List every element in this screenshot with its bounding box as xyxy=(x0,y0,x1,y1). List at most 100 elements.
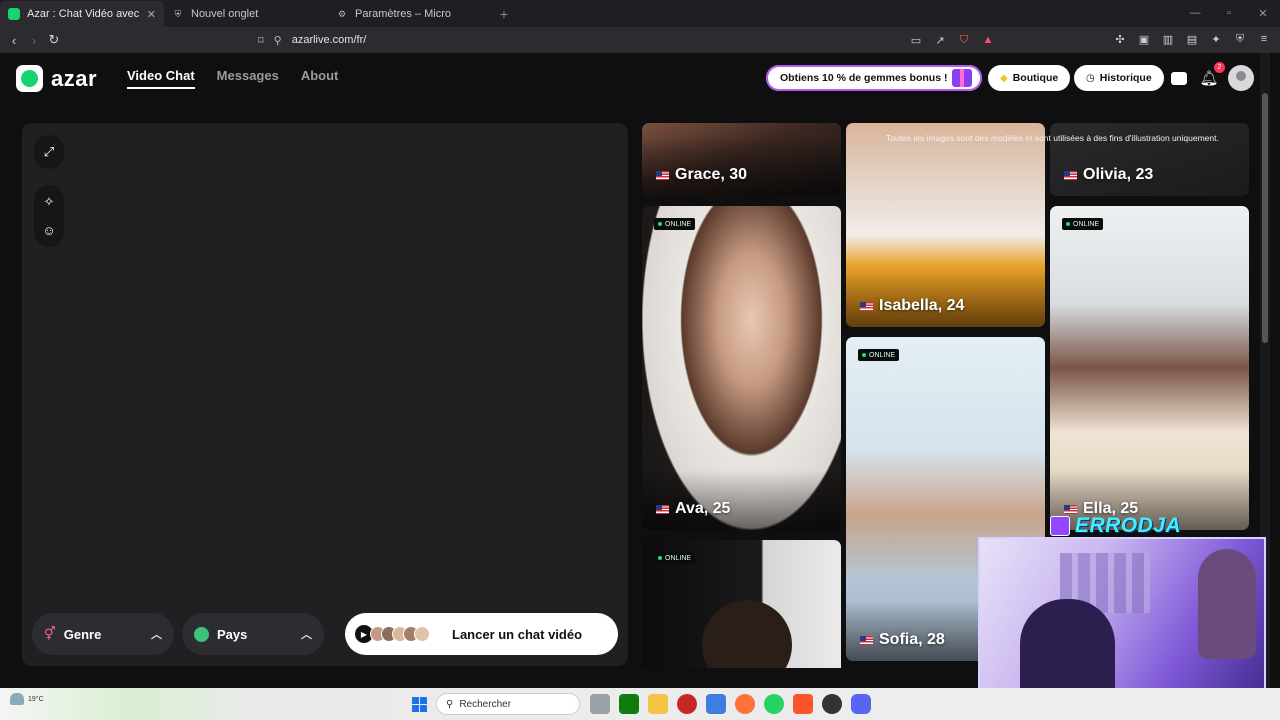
minimize-button[interactable]: — xyxy=(1178,0,1212,26)
us-flag-icon xyxy=(656,504,669,514)
brave-rewards-icon[interactable]: ▲ xyxy=(980,30,996,50)
online-badge: ONLINE xyxy=(654,218,696,230)
profile-card[interactable]: ONLINE Ella, 25 xyxy=(1050,206,1249,530)
history-button[interactable]: ◷ Historique xyxy=(1074,65,1164,91)
discord-icon[interactable] xyxy=(851,694,871,714)
start-video-chat-button[interactable]: ▶ Lancer un chat vidéo xyxy=(345,613,618,655)
inbox-icon xyxy=(1171,71,1187,85)
azar-icon xyxy=(8,8,20,20)
twitch-icon xyxy=(1050,516,1070,536)
url-text: azarlive.com/fr/ xyxy=(291,34,367,46)
restore-button[interactable]: ▫ xyxy=(1212,0,1246,26)
app-icon[interactable] xyxy=(677,694,697,714)
back-button[interactable]: ‹ xyxy=(4,30,24,50)
nav-video-chat[interactable]: Video Chat xyxy=(127,68,195,89)
task-view-icon[interactable] xyxy=(590,694,610,714)
us-flag-icon xyxy=(860,301,873,311)
avatar-stack xyxy=(370,626,430,642)
start-video-chat-label: Lancer un chat vidéo xyxy=(452,626,583,642)
brave-shield-icon[interactable]: ⛉ xyxy=(956,30,972,50)
profile-avatar[interactable] xyxy=(1228,65,1254,91)
profile-card[interactable]: Grace, 30 xyxy=(642,123,841,196)
nav-messages[interactable]: Messages xyxy=(217,68,279,89)
country-filter[interactable]: Pays ︿ xyxy=(182,613,324,655)
new-tab-button[interactable]: + xyxy=(492,1,516,27)
close-icon[interactable]: ✕ xyxy=(147,8,156,21)
effects-toolbar: ✧ ☺ xyxy=(34,185,64,247)
gem-promo-button[interactable]: Obtiens 10 % de gemmes bonus ! xyxy=(766,65,982,91)
reload-button[interactable]: ↻ xyxy=(44,30,64,50)
start-button[interactable] xyxy=(412,697,427,712)
menu-icon[interactable]: ≡ xyxy=(1256,30,1272,48)
streamer-name: ERRODJA xyxy=(1075,514,1182,537)
profile-card[interactable]: Isabella, 24 xyxy=(846,123,1045,327)
store-icon[interactable] xyxy=(706,694,726,714)
globe-icon xyxy=(194,626,209,642)
forward-button[interactable]: › xyxy=(24,30,44,50)
history-label: Historique xyxy=(1099,72,1152,84)
shield-icon: ⛨ xyxy=(174,8,182,19)
tab-settings[interactable]: ⚙ Paramètres – Micro xyxy=(328,1,492,27)
expand-icon[interactable]: ⤢ xyxy=(40,143,58,161)
whatsapp-icon[interactable] xyxy=(764,694,784,714)
address-bar: ‹ › ↻ ⌑ ⚲ azarlive.com/fr/ ▭ ↗ ⛉ ▲ ✣ ▣ ▥… xyxy=(0,27,1280,53)
profile-card[interactable]: ONLINE xyxy=(642,540,841,668)
online-badge: ONLINE xyxy=(858,349,900,361)
tab-new[interactable]: ⛨ Nouvel onglet xyxy=(164,1,328,27)
browser-tab-strip: Azar : Chat Vidéo avec de nouve ✕ ⛨ Nouv… xyxy=(0,0,1280,27)
file-explorer-icon[interactable] xyxy=(648,694,668,714)
share-icon[interactable]: ↗ xyxy=(932,30,948,50)
sidebar-icon[interactable]: ▥ xyxy=(1160,30,1176,48)
wallet-icon[interactable]: ▤ xyxy=(1184,30,1200,48)
shop-button[interactable]: ◆ Boutique xyxy=(988,65,1071,91)
us-flag-icon xyxy=(860,635,873,645)
country-label: Pays xyxy=(217,626,248,642)
close-window-button[interactable]: ✕ xyxy=(1246,0,1280,26)
leo-icon[interactable]: ✦ xyxy=(1208,30,1224,48)
azar-logo[interactable]: azar xyxy=(16,65,97,92)
taskbar-search[interactable]: ⚲ Rechercher xyxy=(436,693,580,715)
tab-title: Azar : Chat Vidéo avec de nouve xyxy=(27,8,140,20)
cast-icon[interactable]: ▭ xyxy=(908,30,924,50)
extensions: ✣ ▣ ▥ ▤ ✦ ⛨ ≡ xyxy=(1112,30,1272,48)
magic-wand-icon[interactable]: ✧ xyxy=(40,193,58,211)
window-controls: — ▫ ✕ xyxy=(1178,0,1280,26)
screen: Azar : Chat Vidéo avec de nouve ✕ ⛨ Nouv… xyxy=(0,0,1280,720)
expand-tool: ⤢ xyxy=(34,135,64,169)
notifications-button[interactable]: 🔔︎ 2 xyxy=(1196,62,1225,91)
taskbar-apps xyxy=(590,694,871,714)
brave-icon[interactable] xyxy=(793,694,813,714)
logo-text: azar xyxy=(51,65,98,91)
tab-search-icon[interactable]: ▣ xyxy=(1136,30,1152,48)
gender-label: Genre xyxy=(63,626,102,642)
weather-widget[interactable]: 19°C xyxy=(10,693,44,705)
gender-icon: ⚥ xyxy=(44,626,56,641)
inbox-button[interactable] xyxy=(1166,65,1192,91)
tab-title: Nouvel onglet xyxy=(191,8,259,20)
stream-tag: ERRODJA xyxy=(1050,514,1181,538)
main-nav: Video Chat Messages About xyxy=(127,68,338,89)
gem-icon: ◆ xyxy=(1000,72,1008,84)
url-field[interactable]: ⌑ ⚲ azarlive.com/fr/ xyxy=(258,30,1003,50)
profile-card[interactable]: ONLINE Ava, 25 xyxy=(642,206,841,530)
profile-name: Olivia, 23 xyxy=(1083,166,1154,183)
gender-filter[interactable]: ⚥ Genre ︿ xyxy=(32,613,174,655)
shop-label: Boutique xyxy=(1012,72,1059,84)
site-info-icon[interactable]: ⚲ xyxy=(274,34,282,47)
tab-azar[interactable]: Azar : Chat Vidéo avec de nouve ✕ xyxy=(0,1,164,27)
obs-icon[interactable] xyxy=(822,694,842,714)
notification-badge: 2 xyxy=(1214,62,1225,73)
xbox-icon[interactable] xyxy=(619,694,639,714)
firefox-icon[interactable] xyxy=(735,694,755,714)
temperature: 19°C xyxy=(28,695,44,703)
face-filter-icon[interactable]: ☺ xyxy=(40,221,58,239)
profile-name: Grace, 30 xyxy=(675,166,748,183)
extensions-icon[interactable]: ✣ xyxy=(1112,30,1128,48)
bookmark-icon[interactable]: ⌑ xyxy=(258,34,264,47)
nav-about[interactable]: About xyxy=(301,68,339,89)
vpn-icon[interactable]: ⛨ xyxy=(1232,30,1248,48)
weather-icon xyxy=(10,693,24,705)
disclaimer: Toutes les images sont des modèles et so… xyxy=(886,133,1219,143)
profile-name: Ava, 25 xyxy=(675,500,731,517)
chevron-up-icon: ︿ xyxy=(301,629,312,641)
